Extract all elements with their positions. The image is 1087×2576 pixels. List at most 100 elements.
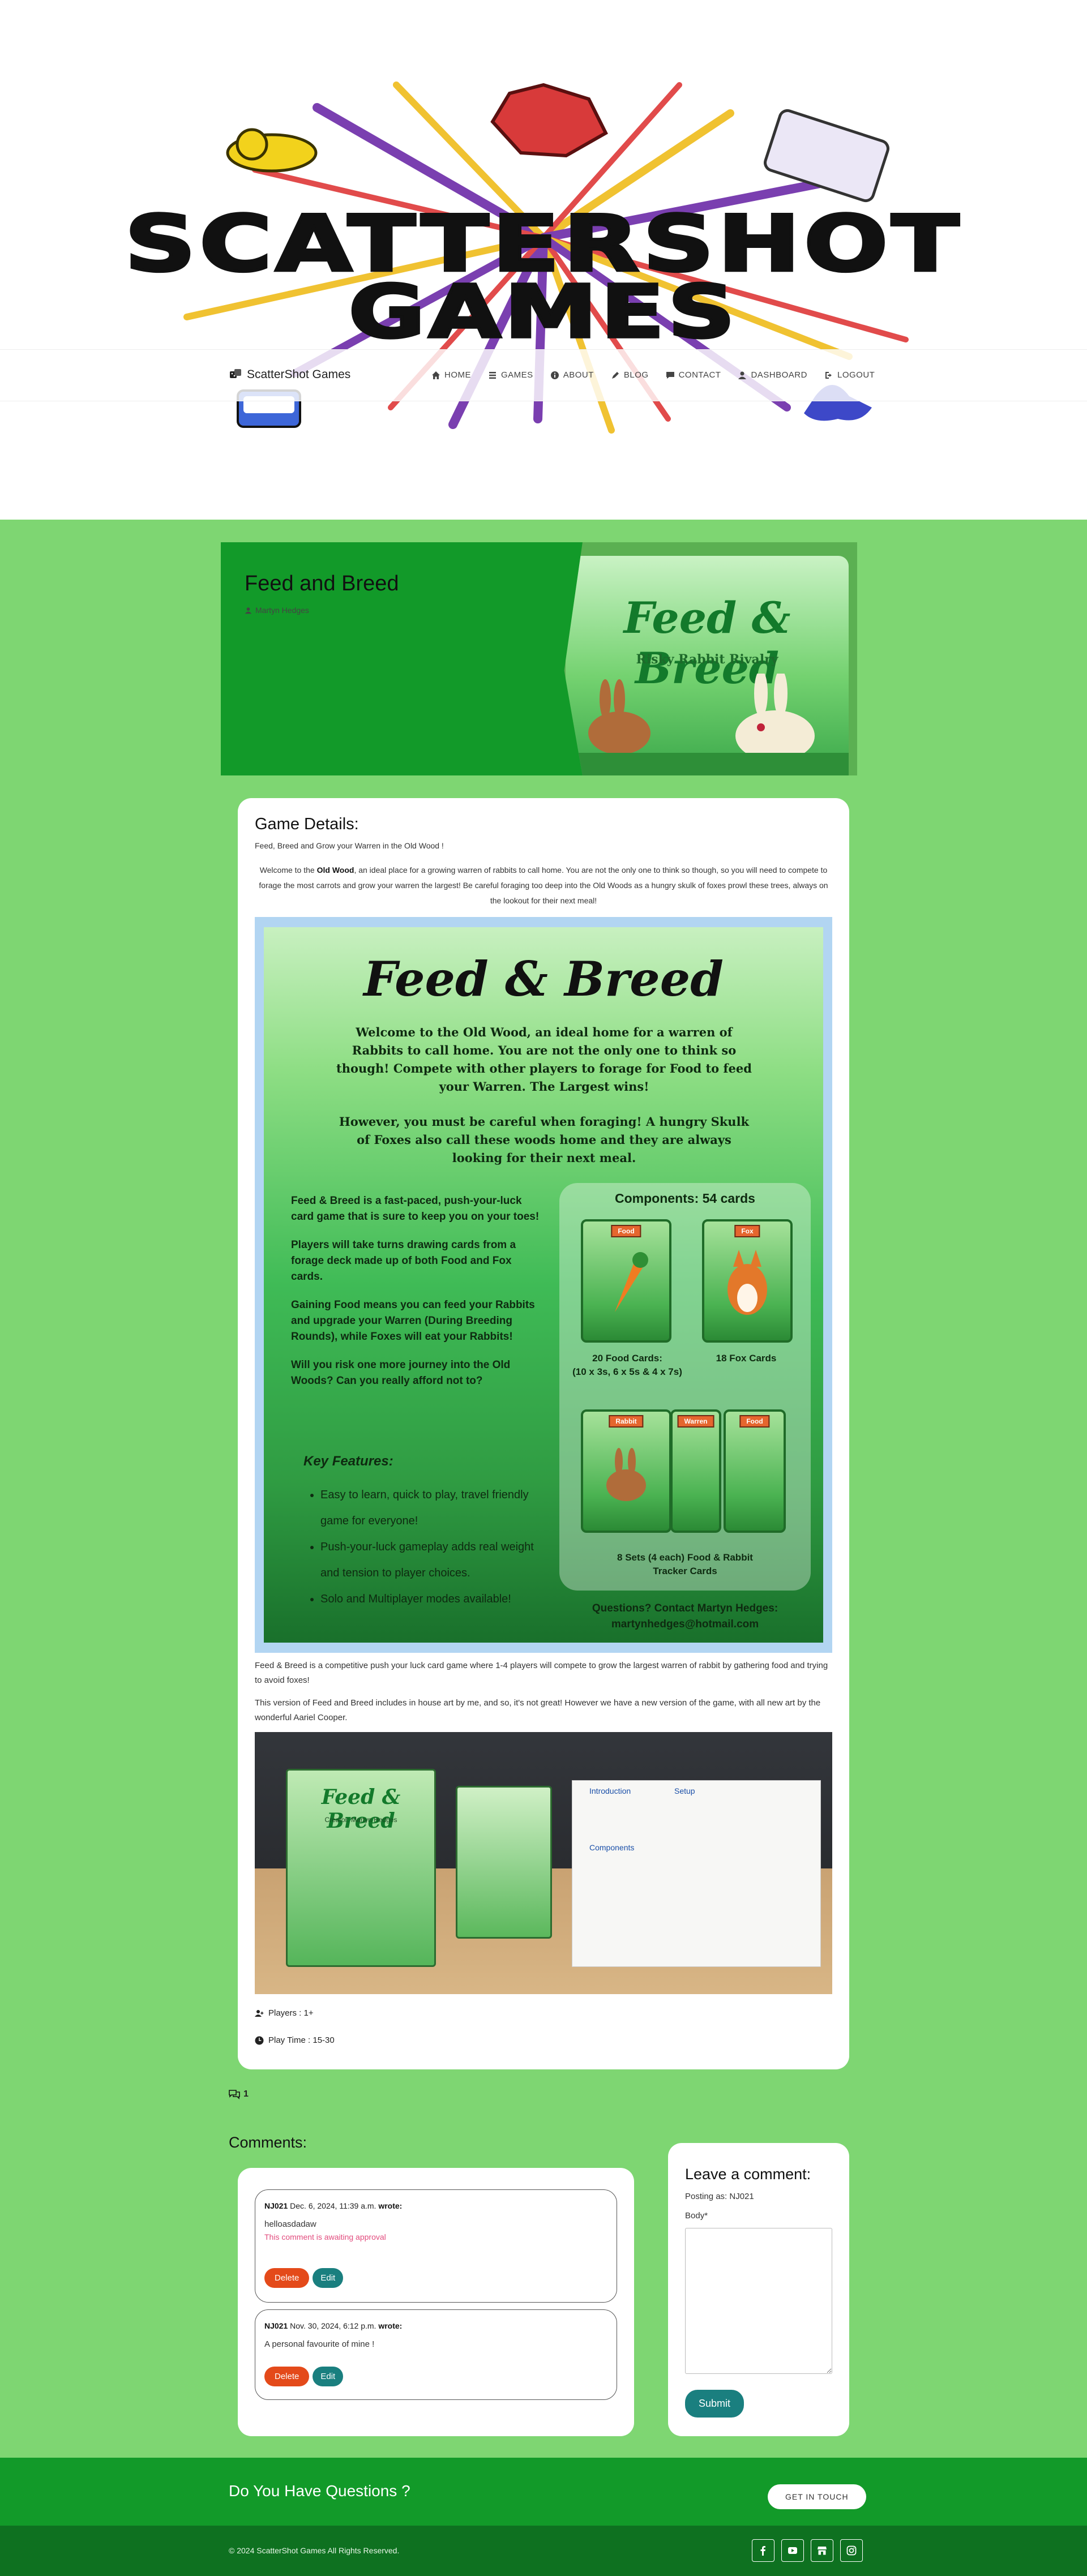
clock-icon (255, 2036, 264, 2044)
poster-para-2: Players will take turns drawing cards fr… (291, 1239, 516, 1283)
product-card (456, 1786, 552, 1939)
nav-dashboard-label: DASHBOARD (751, 370, 807, 380)
comments-heading: Comments: (229, 2134, 307, 2151)
fox-card-caption: 18 Fox Cards (716, 1353, 777, 1364)
comments-list: NJ021 Dec. 6, 2024, 11:39 a.m. wrote: he… (238, 2168, 634, 2436)
rules-intro-heading: Introduction (589, 1786, 631, 1795)
hero-banner: SCATTERSHOT GAMES ScatterShot Games HOME… (0, 0, 1087, 520)
store-icon (818, 2547, 827, 2555)
facebook-icon (760, 2546, 765, 2556)
social-links (752, 2539, 863, 2562)
comment-body: helloasdadaw (264, 2219, 316, 2229)
game-header: Feed and Breed Martyn Hedges Feed & Bree… (221, 542, 857, 775)
fox-icon (727, 1250, 767, 1315)
players-info: Players : 1+ (255, 2008, 314, 2018)
nav-logout-label: LOGOUT (837, 370, 875, 380)
leave-comment-form: Leave a comment: Posting as: NJ021 Body*… (668, 2143, 849, 2436)
logo-title-line2: GAMES (347, 268, 739, 355)
body-label: Body* (685, 2211, 708, 2221)
user-icon (738, 371, 747, 379)
details-tagline: Feed, Breed and Grow your Warren in the … (255, 841, 444, 850)
tracker-food-label: Food (739, 1415, 770, 1428)
leave-comment-heading: Leave a comment: (685, 2166, 811, 2183)
poster-background: Feed & Breed Welcome to the Old Wood, an… (264, 927, 823, 1643)
tracker-card-food: Food (724, 1409, 786, 1533)
delete-comment-button[interactable]: Delete (264, 2268, 310, 2288)
food-card-caption: 20 Food Cards: (10 x 3s, 6 x 5s & 4 x 7s… (572, 1353, 682, 1377)
nav-blog[interactable]: BLOG (611, 370, 649, 380)
comment-pending-notice: This comment is awaiting approval (264, 2232, 386, 2241)
instagram-icon (846, 2545, 857, 2556)
comment-header: NJ021 Nov. 30, 2024, 6:12 p.m. wrote: (264, 2321, 607, 2330)
rabbits-illustration (566, 674, 849, 775)
comment-count: 1 (229, 2089, 249, 2100)
blog-icon (611, 371, 619, 379)
instagram-link[interactable] (840, 2539, 863, 2562)
feature-item: Push-your-luck gameplay adds real weight… (320, 1534, 536, 1586)
poster-para-1: Feed & Breed is a fast-paced, push-your-… (291, 1195, 540, 1223)
user-icon (245, 607, 252, 614)
comments-icon (229, 2090, 240, 2099)
nav-games[interactable]: GAMES (488, 370, 533, 380)
nav-dashboard[interactable]: DASHBOARD (738, 370, 807, 380)
rules-leaflet: Introduction Setup Components (572, 1780, 821, 1967)
box-creator: Creator: Martyn Hedges (324, 1816, 397, 1824)
facebook-link[interactable] (752, 2539, 774, 2562)
delete-comment-button[interactable]: Delete (264, 2367, 310, 2386)
nav-contact[interactable]: CONTACT (666, 370, 721, 380)
warren-card-label: Warren (677, 1415, 714, 1428)
nav-about[interactable]: ABOUT (550, 370, 594, 380)
game-details-card: Game Details: Feed, Breed and Grow your … (238, 798, 849, 2069)
game-cover-art: Feed & Breed Risky Rabbit Rivalry (564, 542, 857, 775)
nav-about-label: ABOUT (563, 370, 594, 380)
comment-wrote: wrote: (378, 2201, 403, 2210)
rabbit-icon (606, 1448, 646, 1501)
poster-contact: Questions? Contact Martyn Hedges: martyn… (592, 1602, 778, 1630)
comment-date: Nov. 30, 2024, 6:12 p.m. (290, 2321, 376, 2330)
comment-actions: Delete Edit (264, 2268, 344, 2288)
intro-text-start: Welcome to the (259, 865, 317, 875)
comment-header: NJ021 Dec. 6, 2024, 11:39 a.m. wrote: (264, 2201, 607, 2210)
details-description-2: This version of Feed and Breed includes … (255, 1698, 821, 1722)
nav-home[interactable]: HOME (431, 370, 471, 380)
edit-comment-button[interactable]: Edit (313, 2367, 344, 2386)
copyright-text: © 2024 ScatterShot Games All Rights Rese… (229, 2546, 400, 2555)
product-box: Feed & Breed Creator: Martyn Hedges (286, 1769, 436, 1967)
comment-wrote: wrote: (378, 2321, 403, 2330)
features-list: Easy to learn, quick to play, travel fri… (309, 1482, 536, 1612)
components-panel: Components: 54 cards Food Fox 20 Food Ca… (559, 1183, 811, 1591)
brand-link[interactable]: ScatterShot Games (229, 368, 350, 382)
poster-description: Feed & Breed is a fast-paced, push-your-… (291, 1193, 546, 1401)
rules-components-heading: Components (589, 1843, 635, 1852)
features-heading: Key Features: (303, 1454, 393, 1469)
nav-logout[interactable]: LOGOUT (824, 370, 875, 380)
get-in-touch-button[interactable]: GET IN TOUCH (768, 2484, 866, 2509)
comment-item: NJ021 Nov. 30, 2024, 6:12 p.m. wrote: A … (255, 2309, 617, 2400)
poster-title: Feed & Breed (363, 951, 724, 1007)
comment-body-input[interactable] (685, 2228, 832, 2374)
nav-games-label: GAMES (501, 370, 533, 380)
submit-comment-button[interactable]: Submit (685, 2390, 744, 2418)
dice-icon (230, 369, 241, 378)
contact-cta-bar: Do You Have Questions ? GET IN TOUCH (0, 2458, 1087, 2526)
cover-subtitle: Risky Rabbit Rivalry (636, 652, 778, 667)
feature-item: Solo and Multiplayer modes available! (320, 1586, 536, 1612)
chat-icon (666, 371, 674, 379)
nav-contact-label: CONTACT (678, 370, 721, 380)
list-icon (489, 371, 496, 379)
comment-author: NJ021 (264, 2201, 288, 2210)
edit-comment-button[interactable]: Edit (313, 2268, 344, 2288)
tracker-card-rabbit: Rabbit (581, 1409, 671, 1533)
game-poster-image: Feed & Breed Welcome to the Old Wood, an… (255, 917, 832, 1653)
components-heading: Components: 54 cards (615, 1191, 755, 1206)
youtube-link[interactable] (781, 2539, 804, 2562)
game-title: Feed and Breed (245, 572, 399, 595)
logout-icon (825, 371, 832, 379)
posting-as-text: Posting as: NJ021 (685, 2192, 754, 2201)
store-link[interactable] (811, 2539, 833, 2562)
game-product-photo: Feed & Breed Creator: Martyn Hedges Intr… (255, 1732, 832, 1994)
playtime-info: Play Time : 15-30 (255, 2035, 335, 2045)
info-icon (550, 371, 559, 379)
details-description-1: Feed & Breed is a competitive push your … (255, 1661, 828, 1685)
poster-welcome: Welcome to the Old Wood, an ideal home f… (336, 1025, 752, 1094)
